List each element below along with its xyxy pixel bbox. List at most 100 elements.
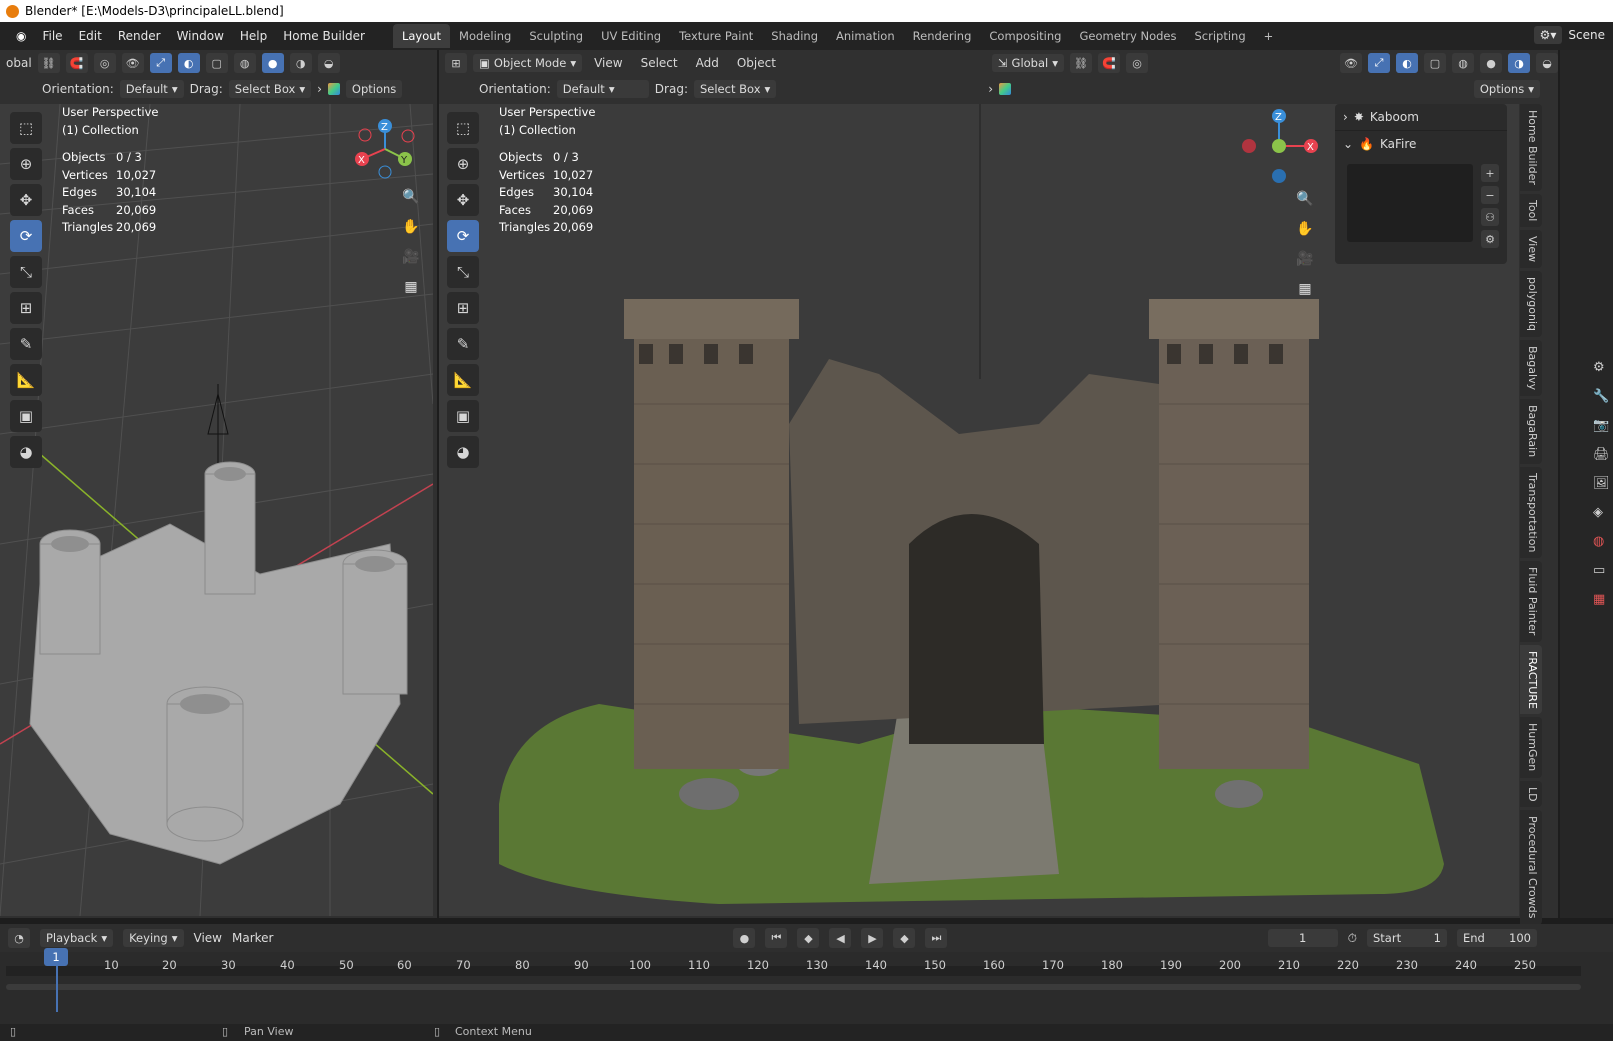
current-frame-field[interactable]: 1 — [1267, 929, 1338, 947]
transform-icon[interactable]: ⊞ — [10, 292, 42, 324]
menu-object[interactable]: Object — [731, 56, 782, 70]
move-icon[interactable]: ✥ — [10, 184, 42, 216]
tab-scripting[interactable]: Scripting — [1185, 24, 1254, 48]
solid-shading-icon[interactable]: ● — [261, 53, 284, 73]
tab-transportation[interactable]: Transportation — [1520, 466, 1542, 559]
options-button[interactable]: Options — [345, 80, 403, 98]
playhead-frame-badge[interactable]: 1 — [44, 948, 68, 966]
transform-orientation-dropdown[interactable]: ⇲ Global ▾ — [991, 54, 1064, 72]
menu-add[interactable]: Add — [690, 56, 725, 70]
camera-icon[interactable]: 🎥 — [398, 244, 424, 270]
tab-sculpting[interactable]: Sculpting — [520, 24, 592, 48]
add-item-icon[interactable]: + — [1481, 164, 1499, 182]
xray-toggle-icon[interactable]: ▢ — [1424, 53, 1446, 73]
record-icon[interactable]: ● — [733, 928, 756, 948]
xray-icon[interactable]: ▢ — [205, 53, 228, 73]
snap-icon[interactable]: 🧲 — [65, 53, 88, 73]
rendered-shading-icon[interactable]: ◒ — [317, 53, 340, 73]
menu-home-builder[interactable]: Home Builder — [275, 29, 373, 43]
output-icon[interactable]: 🖨 — [1593, 447, 1610, 462]
cursor-icon[interactable]: ⊕ — [10, 148, 42, 180]
menu-help[interactable]: Help — [232, 29, 275, 43]
overlay-toggle-icon[interactable]: ◐ — [177, 53, 200, 73]
tab-view[interactable]: View — [1520, 230, 1542, 269]
play-icon[interactable]: ▶ — [861, 928, 884, 948]
wrench-icon[interactable]: 🔧 — [1593, 389, 1610, 404]
link-icon[interactable]: ⛓ — [37, 53, 60, 73]
shading-ball-icon-r[interactable]: ◕ — [447, 436, 479, 468]
texture-icon[interactable]: ▦ — [1593, 592, 1610, 607]
collection-icon[interactable]: ▭ — [1593, 563, 1610, 578]
scene-selector[interactable]: ⚙▾ Scene — [1533, 26, 1605, 44]
rotate-icon-r[interactable]: ⟳ — [447, 220, 479, 252]
zoom-icon[interactable]: 🔍 — [398, 184, 424, 210]
pan-hand-icon[interactable]: ✋ — [398, 214, 424, 240]
tab-layout[interactable]: Layout — [392, 24, 451, 48]
stopwatch-icon[interactable]: ⏱ — [1348, 931, 1357, 946]
scale-icon-r[interactable]: ⤡ — [447, 256, 479, 288]
gizmos-icon[interactable]: ⤢ — [1368, 53, 1390, 73]
panel-kaboom[interactable]: › ✸ Kaboom — [1335, 104, 1507, 131]
remove-item-icon[interactable]: − — [1481, 186, 1499, 204]
jump-start-icon[interactable]: ⏮ — [765, 928, 788, 948]
add-cube-icon[interactable]: ▣ — [10, 400, 42, 432]
proportional-icon[interactable]: ◎ — [93, 53, 116, 73]
timeline-scrollbar[interactable] — [6, 984, 1581, 990]
chevron-right-icon[interactable]: › — [317, 82, 322, 96]
timeline-editor-icon[interactable]: ◔ — [8, 928, 30, 948]
tab-tool[interactable]: Tool — [1520, 193, 1542, 228]
settings-icon[interactable]: ⚙ — [1481, 230, 1499, 248]
tab-modeling[interactable]: Modeling — [450, 24, 520, 48]
add-workspace-icon[interactable]: + — [1255, 24, 1283, 48]
chevron-right-icon-2[interactable]: › — [988, 82, 993, 96]
grid-view-icon[interactable]: ▦ — [398, 274, 424, 300]
left-axis-gizmo[interactable]: Z X Y — [350, 114, 430, 184]
view-layer-icon[interactable]: 🖼 — [1593, 476, 1610, 491]
tab-procedural-crowds[interactable]: Procedural Crowds — [1520, 810, 1542, 925]
kafire-list[interactable] — [1347, 164, 1473, 242]
menu-render[interactable]: Render — [110, 29, 169, 43]
tab-uv-editing[interactable]: UV Editing — [592, 24, 670, 48]
tab-animation[interactable]: Animation — [827, 24, 904, 48]
tab-texture-paint[interactable]: Texture Paint — [670, 24, 762, 48]
rotate-icon[interactable]: ⟳ — [10, 220, 42, 252]
drag-dropdown[interactable]: Select Box ▾ — [228, 80, 312, 98]
prev-keyframe-icon[interactable]: ◆ — [797, 928, 820, 948]
rendered-icon[interactable]: ◒ — [1536, 53, 1558, 73]
tab-geometry-nodes[interactable]: Geometry Nodes — [1070, 24, 1185, 48]
select-box-icon-r[interactable]: ⬚ — [447, 112, 479, 144]
orientation-dropdown[interactable]: Default ▾ — [119, 80, 184, 98]
users-icon[interactable]: ⚇ — [1481, 208, 1499, 226]
world-icon[interactable]: ◍ — [1593, 534, 1610, 549]
solid-icon[interactable]: ● — [1480, 53, 1502, 73]
left-3d-viewport[interactable]: ⬚ ⊕ ✥ ⟳ ⤡ ⊞ ✎ 📐 ▣ ◕ User Perspective (1)… — [0, 104, 433, 916]
properties-tool-icon[interactable]: ⚙ — [1593, 360, 1610, 375]
material-preview-icon[interactable]: ◑ — [1508, 53, 1530, 73]
right-3d-viewport[interactable]: ⬚ ⊕ ✥ ⟳ ⤡ ⊞ ✎ 📐 ▣ ◕ User Perspective (1)… — [439, 104, 1519, 916]
menu-window[interactable]: Window — [169, 29, 232, 43]
measure-icon-r[interactable]: 📐 — [447, 364, 479, 396]
pivot-icon[interactable]: ⛓ — [1070, 53, 1092, 73]
orientation-dropdown-right[interactable]: Default ▾ — [556, 80, 649, 98]
tab-rendering[interactable]: Rendering — [904, 24, 981, 48]
playback-menu[interactable]: Playback ▾ — [40, 929, 114, 947]
tab-shading[interactable]: Shading — [762, 24, 827, 48]
measure-icon[interactable]: 📐 — [10, 364, 42, 396]
menu-edit[interactable]: Edit — [71, 29, 110, 43]
start-frame-field[interactable]: Start 1 — [1367, 929, 1447, 947]
options-button-right[interactable]: Options ▾ — [1473, 80, 1540, 98]
panel-kafire[interactable]: ⌄ 🔥 KaFire — [1335, 131, 1507, 157]
pan-hand-icon-r[interactable]: ✋ — [1292, 216, 1318, 242]
menu-view[interactable]: View — [588, 56, 628, 70]
editor-type-icon[interactable]: ⊞ — [445, 53, 467, 73]
tab-polygoniq[interactable]: polygoniq — [1520, 271, 1542, 338]
drag-dropdown-right[interactable]: Select Box ▾ — [693, 80, 777, 98]
tab-humgen[interactable]: HumGen — [1520, 717, 1542, 778]
keying-menu[interactable]: Keying ▾ — [123, 929, 184, 947]
mode-dropdown[interactable]: ▣ Object Mode ▾ — [473, 54, 583, 72]
proportional-edit-icon[interactable]: ◎ — [1126, 53, 1148, 73]
tab-bagalvy[interactable]: Bagalvy — [1520, 340, 1542, 397]
move-icon-r[interactable]: ✥ — [447, 184, 479, 216]
timeline-marker-menu[interactable]: Marker — [232, 931, 273, 945]
zoom-icon-r[interactable]: 🔍 — [1292, 186, 1318, 212]
